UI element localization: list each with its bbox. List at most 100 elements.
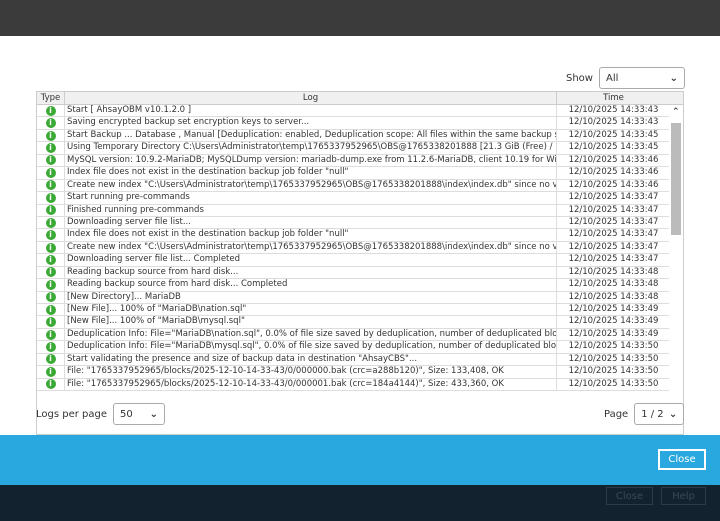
table-row[interactable]: i Downloading server file list... 12/10/20… [37,216,683,230]
type-cell: i [37,341,65,353]
table-row[interactable]: i [New File]... 100% of "MariaDB\nation.s… [37,304,683,317]
type-cell: i [37,204,65,216]
time-cell: 12/10/2025 14:33:50 [568,366,659,377]
log-cell: [New File]... 100% of "MariaDB\mysql.sql… [65,316,557,328]
type-cell: i [37,254,65,266]
info-icon: i [45,192,56,203]
scrollbar-thumb[interactable] [671,123,681,235]
scrollbar[interactable]: ⌃ ⌄ [669,105,683,434]
logs-per-page-select[interactable]: 50 ⌄ [113,403,166,425]
table-row[interactable]: i [New File]... 100% of "MariaDB\mysql.sq… [37,316,683,329]
table-row[interactable]: i File: "1765337952965/blocks/2025-12-10-… [37,378,683,392]
log-cell: Reading backup source from hard disk... … [65,279,557,291]
log-cell: MySQL version: 10.9.2-MariaDB; MySQLDump… [67,154,557,167]
time-cell: 12/10/2025 14:33:47 [568,241,659,252]
column-time[interactable]: Time [557,92,670,104]
info-icon: i [45,143,56,154]
time-cell: 12/10/2025 14:33:49 [568,328,659,339]
info-icon: i [45,118,56,129]
info-icon: i [45,317,56,328]
table-row[interactable]: i Start validating the presence and size … [37,353,683,367]
table-row[interactable]: i Saving encrypted backup set encryption … [37,117,683,130]
log-cell: Downloading server file list... Complete… [65,254,557,266]
scroll-up-icon[interactable]: ⌃ [672,107,680,117]
type-cell: i [37,241,65,254]
page-select[interactable]: 1 / 2 ⌄ [634,403,685,425]
info-icon: i [45,205,56,216]
log-cell: [New File]... 100% of "MariaDB\nation.sq… [65,304,557,316]
type-cell: i [37,192,65,204]
show-select[interactable]: All ⌄ [598,67,685,89]
table-row[interactable]: i File: "1765337952965/blocks/2025-12-10-… [37,366,683,379]
type-cell: i [37,366,65,378]
time-cell: 12/10/2025 14:33:50 [568,341,659,352]
table-row[interactable]: i Start running pre-commands 12/10/2025 14… [37,192,683,205]
background-close-button: Close [606,487,653,505]
time-cell: 12/10/2025 14:33:50 [568,353,659,364]
log-cell: Create new index "C:\Users\Administrator… [67,241,557,254]
info-icon: i [45,279,56,290]
type-cell: i [37,167,65,179]
table-row[interactable]: i Using Temporary Directory C:\Users\Admi… [37,142,683,155]
table-row[interactable]: i Start Backup ... Database , Manual [Ded… [37,129,683,143]
table-row[interactable]: i Start [ AhsayOBM v10.1.2.0 ] 12/10/2025 … [37,105,683,118]
time-cell: 12/10/2025 14:33:43 [568,117,659,128]
chevron-down-icon: ⌄ [149,408,159,420]
info-icon: i [45,254,56,265]
column-log[interactable]: Log [65,92,557,104]
log-cell: Using Temporary Directory C:\Users\Admin… [67,142,557,154]
info-icon: i [45,267,56,278]
table-row[interactable]: i Index file does not exist in the destin… [37,167,683,180]
info-icon: i [45,242,56,253]
table-row[interactable]: i Downloading server file list... Complet… [37,254,683,267]
info-icon: i [45,379,56,390]
show-filter: Show All ⌄ [566,67,685,89]
table-row[interactable]: i Deduplication Info: File="MariaDB\natio… [37,328,683,342]
chevron-down-icon: ⌄ [669,72,678,84]
info-icon: i [45,304,56,315]
table-row[interactable]: i Reading backup source from hard disk...… [37,266,683,280]
time-cell: 12/10/2025 14:33:45 [568,129,659,140]
time-cell: 12/10/2025 14:33:46 [568,154,659,165]
type-cell: i [37,291,65,303]
log-cell: Index file does not exist in the destina… [65,229,557,241]
time-cell: 12/10/2025 14:33:46 [568,179,659,190]
time-cell: 12/10/2025 14:33:47 [568,204,659,215]
table-row[interactable]: i Create new index "C:\Users\Administrato… [37,179,683,193]
log-cell: Index file does not exist in the destina… [65,167,557,179]
type-cell: i [37,353,65,366]
table-row[interactable]: i Create new index "C:\Users\Administrato… [37,241,683,255]
table-row[interactable]: i Reading backup source from hard disk...… [37,279,683,292]
info-icon: i [45,354,56,365]
log-cell: Start validating the presence and size o… [65,353,557,366]
type-cell: i [37,316,65,328]
top-bar [0,0,720,36]
table-row[interactable]: i Finished running pre-commands 12/10/2025… [37,204,683,217]
time-cell: 12/10/2025 14:33:48 [568,291,659,302]
info-icon: i [45,292,56,303]
table-row[interactable]: i Deduplication Info: File="MariaDB\mysql… [37,341,683,354]
table-row[interactable]: i Index file does not exist in the destin… [37,229,683,242]
type-cell: i [37,378,65,391]
time-cell: 12/10/2025 14:33:49 [568,316,659,327]
info-icon: i [45,130,56,141]
type-cell: i [37,179,65,192]
logs-per-page-value: 50 [120,408,133,420]
info-icon: i [45,230,56,241]
info-icon: i [45,366,56,377]
log-dialog: Show All ⌄ Type Log Time i Start [ AhsayOB… [0,36,720,435]
logs-per-page-label: Logs per page [36,408,108,420]
info-icon: i [45,167,56,178]
type-cell: i [37,142,65,154]
table-row[interactable]: i MySQL version: 10.9.2-MariaDB; MySQLDum… [37,154,683,168]
info-icon: i [45,155,56,166]
page-value: 1 / 2 [641,408,664,420]
time-cell: 12/10/2025 14:33:47 [568,192,659,203]
type-cell: i [37,229,65,241]
type-cell: i [37,328,65,341]
log-cell: Start running pre-commands [65,192,557,204]
table-row[interactable]: i [New Directory]... MariaDB 12/10/2025 14… [37,291,683,304]
page-label: Page [604,408,629,420]
column-type[interactable]: Type [37,92,65,104]
close-button[interactable]: Close [658,449,706,470]
